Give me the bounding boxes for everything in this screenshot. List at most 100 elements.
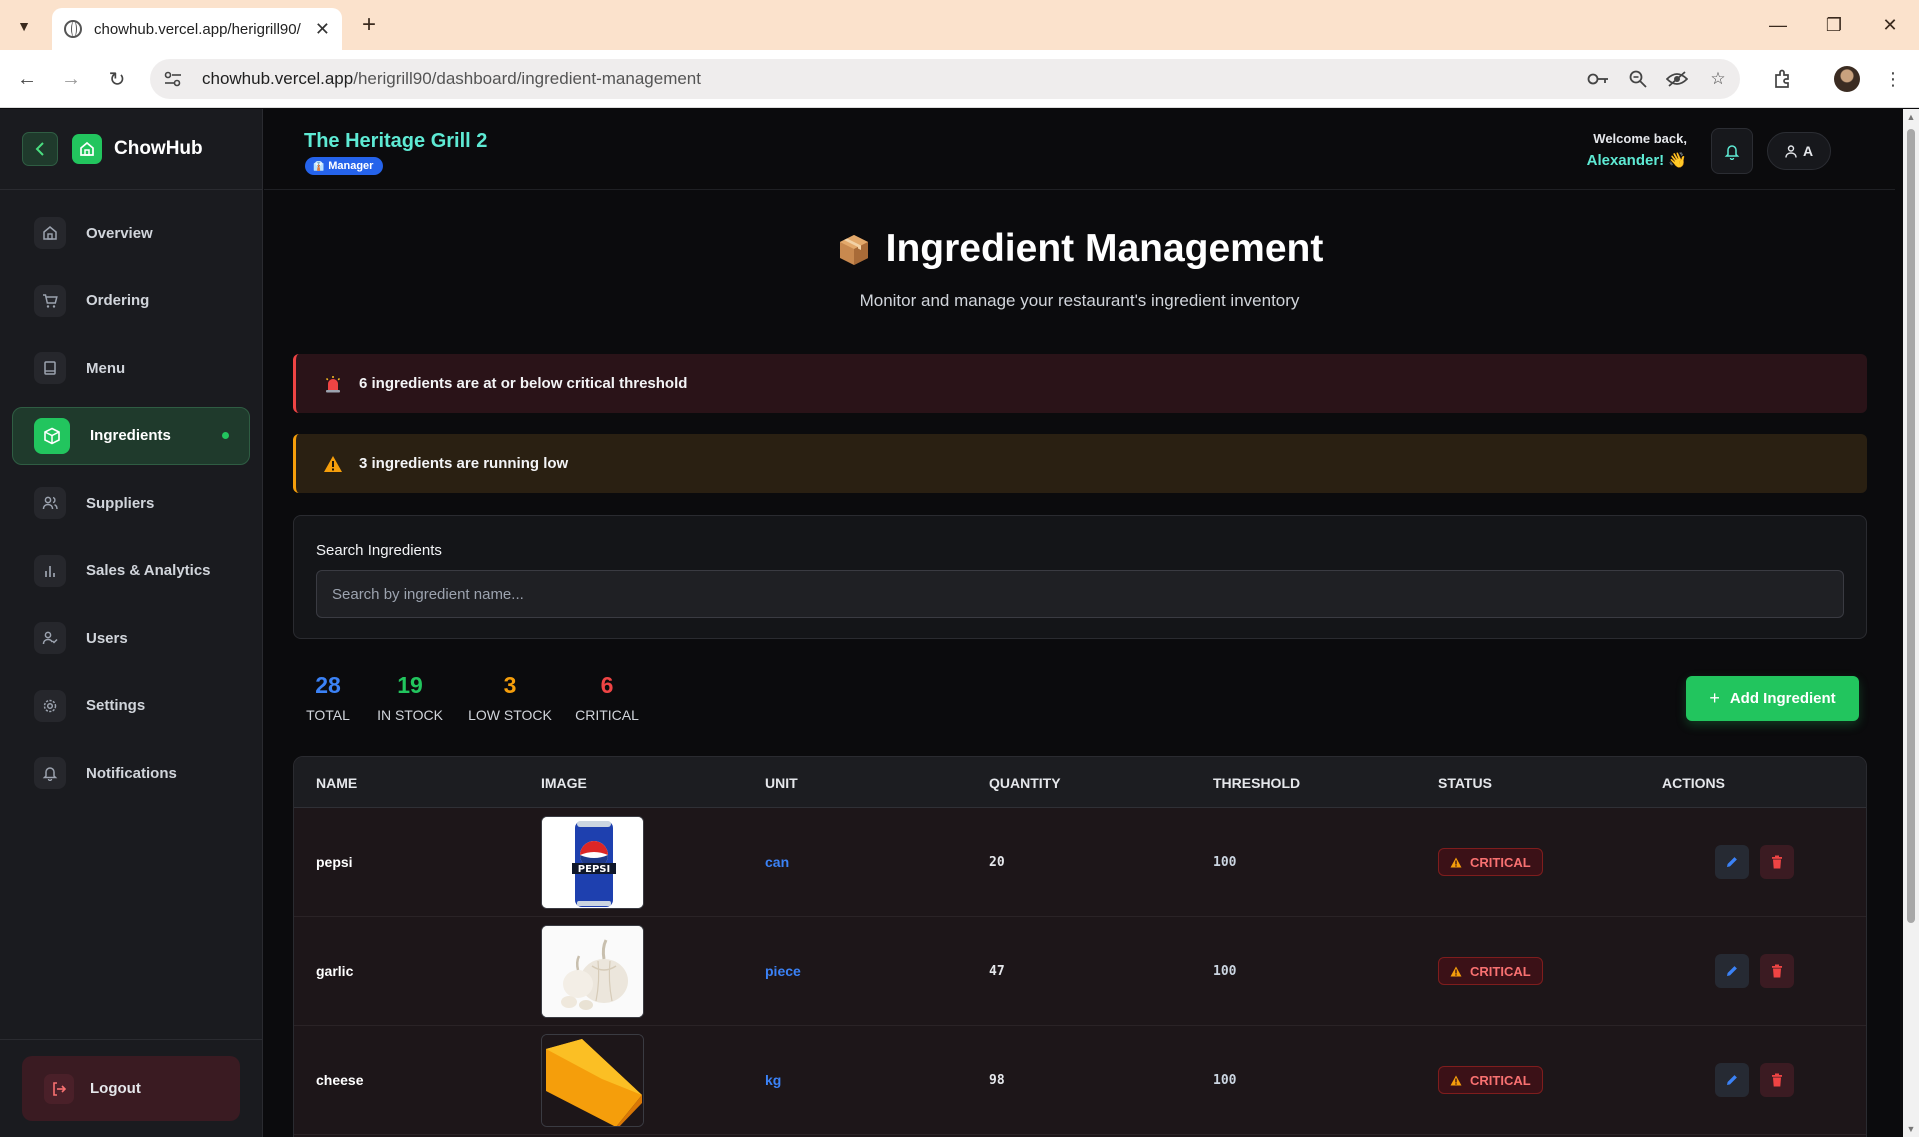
chevron-left-icon	[35, 142, 44, 156]
ingredient-quantity: 47	[989, 963, 1005, 979]
table-row: pepsi PEPSI can 20 100 CRITICAL	[294, 808, 1866, 917]
sidebar-item-settings[interactable]: Settings	[12, 677, 250, 735]
stat-in-stock: 19 IN STOCK	[370, 672, 450, 723]
stat-label: TOTAL	[306, 707, 350, 723]
site-info-icon[interactable]	[164, 71, 184, 87]
new-tab-plus-icon[interactable]: +	[354, 10, 384, 40]
sidebar-item-label: Notifications	[86, 764, 177, 782]
profile-avatar[interactable]	[1834, 66, 1860, 92]
user-name: Alexander! 👋	[1586, 152, 1687, 169]
search-input[interactable]	[316, 570, 1844, 618]
tab-search-chevron-icon[interactable]: ▼	[10, 12, 38, 40]
page-title-row: Ingredient Management	[836, 227, 1323, 271]
sidebar-item-label: Overview	[86, 224, 153, 242]
sidebar-footer: Logout	[0, 1039, 263, 1137]
stat-low-stock: 3 LOW STOCK	[464, 672, 556, 723]
page-scrollbar[interactable]: ▲ ▼	[1903, 109, 1919, 1137]
tab-close-icon[interactable]: ✕	[315, 19, 330, 40]
home-logo-icon	[72, 134, 102, 164]
column-header-image: IMAGE	[541, 775, 587, 791]
column-header-name: NAME	[316, 775, 358, 791]
restore-icon[interactable]: ❐	[1814, 10, 1854, 40]
back-arrow-icon[interactable]: ←	[12, 64, 42, 94]
eye-off-icon[interactable]	[1664, 66, 1690, 92]
status-text: CRITICAL	[1470, 854, 1531, 870]
page-header: Ingredient Management Monitor and manage…	[264, 227, 1895, 311]
cheese-image	[541, 1033, 644, 1127]
collapse-sidebar-button[interactable]	[22, 132, 58, 166]
sidebar-item-users[interactable]: Users	[12, 609, 250, 667]
edit-button[interactable]	[1715, 1026, 1749, 1134]
user-menu-button[interactable]: A	[1767, 132, 1831, 170]
ingredient-quantity: 98	[989, 1072, 1005, 1088]
low-stock-alert-banner: 3 ingredients are running low	[293, 434, 1867, 493]
sidebar-item-label: Menu	[86, 359, 126, 377]
ingredient-unit[interactable]: kg	[765, 1026, 781, 1134]
extensions-icon[interactable]	[1768, 64, 1798, 94]
ingredient-name: cheese	[316, 1072, 364, 1088]
scroll-down-arrow-icon[interactable]: ▼	[1906, 1124, 1916, 1134]
url-host: chowhub.vercel.app	[202, 69, 354, 88]
sidebar-header: ChowHub	[0, 109, 262, 190]
add-ingredient-button[interactable]: + Add Ingredient	[1686, 676, 1859, 721]
role-label: Manager	[328, 160, 374, 172]
edit-button[interactable]	[1715, 808, 1749, 916]
ingredient-unit[interactable]: can	[765, 808, 789, 916]
delete-button[interactable]	[1760, 917, 1794, 1025]
bell-icon	[34, 757, 66, 789]
password-key-icon[interactable]	[1585, 66, 1611, 92]
stat-label: CRITICAL	[575, 707, 639, 723]
notifications-button[interactable]	[1711, 128, 1753, 174]
column-header-unit: UNIT	[765, 775, 798, 791]
stat-total: 28 TOTAL	[300, 672, 356, 723]
app-root: ChowHub Overview Ordering Menu Ingredien…	[0, 109, 1919, 1137]
trash-icon	[1760, 1063, 1794, 1097]
sidebar-nav: Overview Ordering Menu Ingredients Suppl…	[0, 190, 262, 802]
address-bar[interactable]: chowhub.vercel.app/herigrill90/dashboard…	[150, 59, 1740, 99]
warning-icon	[1450, 966, 1462, 976]
status-cell: CRITICAL	[1438, 1026, 1543, 1134]
sidebar: ChowHub Overview Ordering Menu Ingredien…	[0, 109, 263, 1137]
brand-name: ChowHub	[114, 138, 203, 159]
browser-menu-icon[interactable]: ⋮	[1878, 64, 1908, 94]
ingredient-unit[interactable]: piece	[765, 917, 801, 1025]
sidebar-item-ingredients[interactable]: Ingredients	[12, 406, 250, 465]
welcome-line: Welcome back,	[1593, 131, 1687, 146]
pencil-icon	[1715, 1063, 1749, 1097]
bookmark-star-icon[interactable]: ☆	[1705, 66, 1731, 92]
stat-value: 19	[397, 672, 423, 698]
scrollbar-thumb[interactable]	[1907, 129, 1915, 923]
sidebar-item-notifications[interactable]: Notifications	[12, 744, 250, 802]
ingredient-threshold: 100	[1213, 963, 1237, 979]
ingredient-name: pepsi	[316, 854, 353, 870]
sidebar-item-overview[interactable]: Overview	[12, 204, 250, 262]
welcome-message: Welcome back, Alexander! 👋	[1587, 131, 1687, 169]
edit-button[interactable]	[1715, 917, 1749, 1025]
active-indicator-dot	[222, 432, 229, 439]
user-icon	[1785, 144, 1797, 158]
zoom-icon[interactable]	[1625, 66, 1651, 92]
column-header-threshold: THRESHOLD	[1213, 775, 1301, 791]
delete-button[interactable]	[1760, 1026, 1794, 1134]
sidebar-item-sales-analytics[interactable]: Sales & Analytics	[12, 542, 250, 600]
close-window-icon[interactable]: ✕	[1870, 10, 1910, 40]
scroll-up-arrow-icon[interactable]: ▲	[1906, 112, 1916, 122]
column-header-actions: ACTIONS	[1662, 775, 1725, 791]
bar-chart-icon	[34, 554, 66, 587]
sidebar-item-label: Ingredients	[90, 427, 171, 444]
sidebar-item-menu[interactable]: Menu	[12, 339, 250, 397]
delete-button[interactable]	[1760, 808, 1794, 916]
sidebar-item-label: Suppliers	[86, 494, 155, 512]
manager-icon: 👔	[313, 160, 325, 171]
reload-icon[interactable]: ↻	[102, 64, 132, 94]
sidebar-item-ordering[interactable]: Ordering	[12, 272, 250, 330]
sidebar-item-suppliers[interactable]: Suppliers	[12, 474, 250, 532]
logout-button[interactable]: Logout	[22, 1056, 240, 1121]
pencil-icon	[1715, 845, 1749, 879]
critical-alert-text: 6 ingredients are at or below critical t…	[359, 375, 688, 392]
browser-tab[interactable]: chowhub.vercel.app/herigrill90/ ✕	[52, 8, 342, 50]
stat-label: IN STOCK	[377, 707, 443, 723]
forward-arrow-icon[interactable]: →	[56, 64, 86, 94]
minimize-icon[interactable]: —	[1758, 10, 1798, 40]
table-row: cheese kg 98 100 CRITICAL	[294, 1026, 1866, 1135]
